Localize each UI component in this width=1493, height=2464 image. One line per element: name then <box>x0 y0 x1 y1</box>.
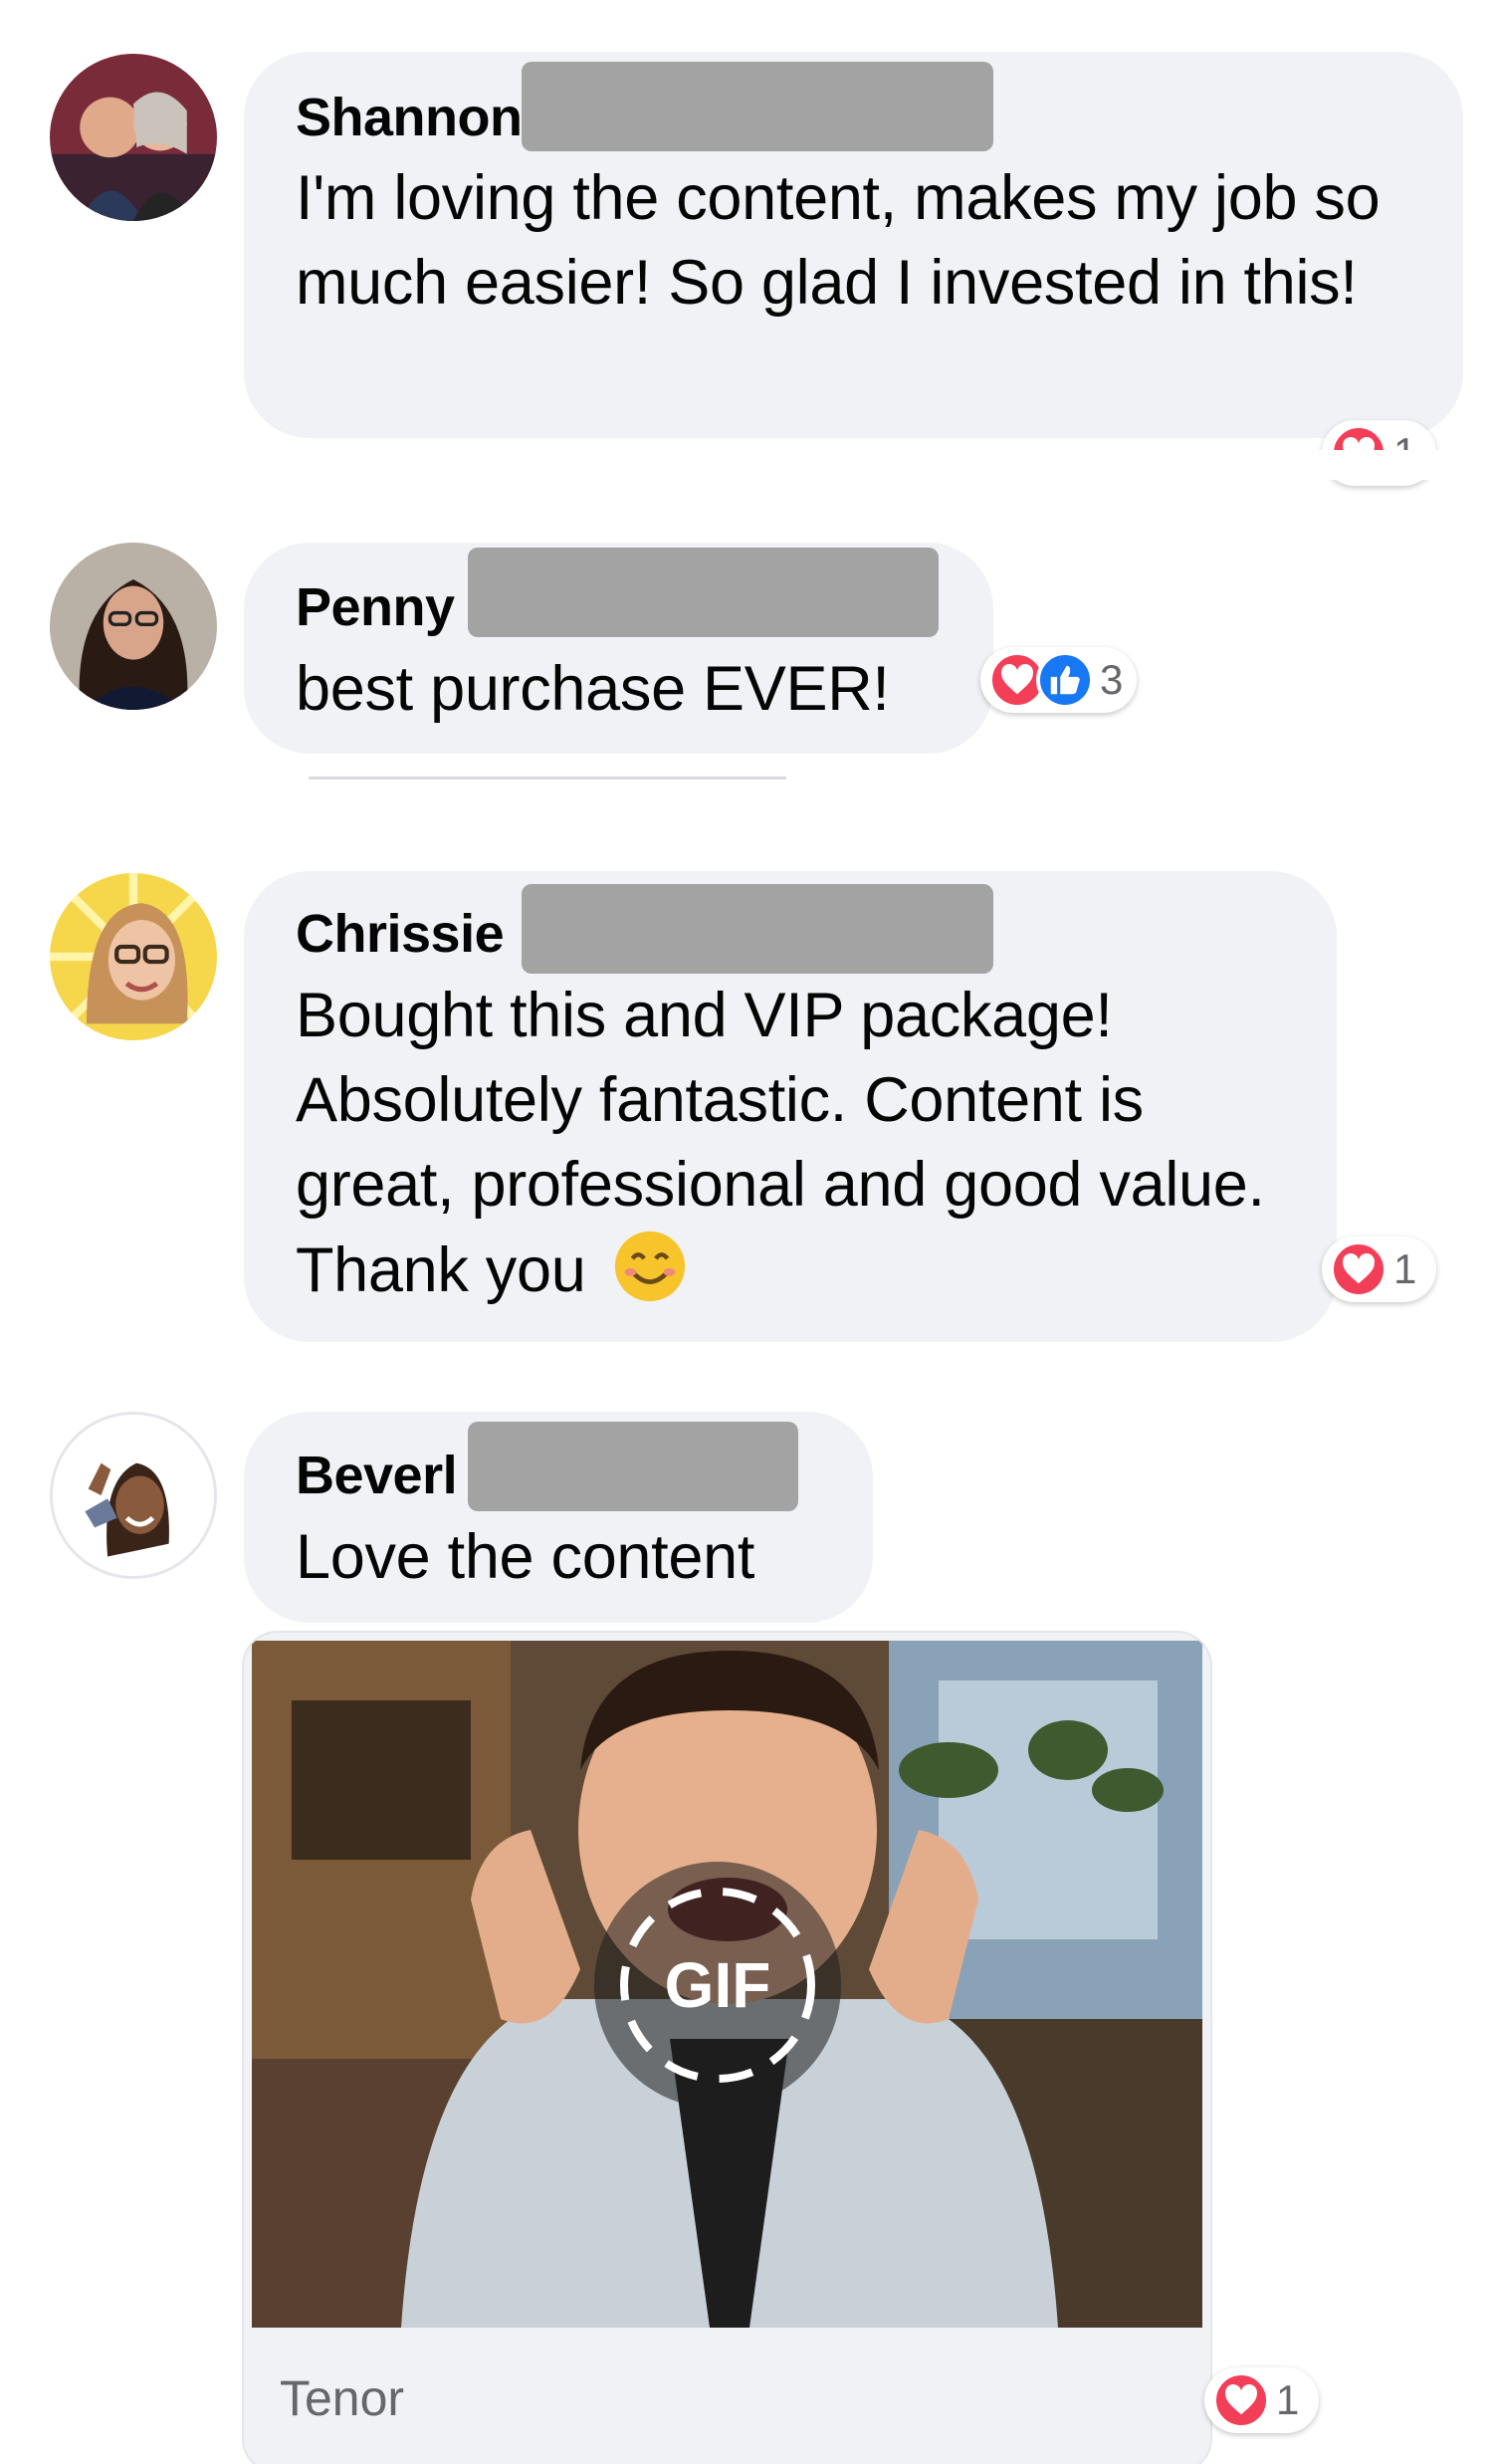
comment-author[interactable]: Penny <box>296 575 455 639</box>
comment-text: best purchase EVER! <box>296 654 890 724</box>
comment-text: Bought this and VIP package! Absolutely … <box>296 974 1301 1313</box>
comment-text: I'm loving the content, makes my job so … <box>296 163 1381 318</box>
divider <box>309 777 786 780</box>
comment-text-body: Bought this and VIP package! Absolutely … <box>296 981 1265 1305</box>
avatar-bitmoji <box>53 1415 214 1576</box>
avatar-photo <box>50 543 217 710</box>
redacted-surname <box>468 548 939 637</box>
gif-play-badge[interactable]: GIF <box>594 1862 841 2109</box>
avatar-photo <box>50 873 217 1040</box>
redacted-surname <box>522 62 993 151</box>
reaction-summary[interactable]: 3 <box>980 647 1138 713</box>
comment-author[interactable]: Chrissie <box>296 902 505 966</box>
divider <box>0 450 1493 480</box>
avatar-beverl[interactable] <box>50 1412 217 1579</box>
love-reaction-icon <box>1212 2371 1270 2429</box>
reaction-count: 1 <box>1276 2376 1300 2423</box>
avatar-photo <box>50 54 217 221</box>
redacted-surname <box>468 1422 798 1511</box>
reaction-count: 1 <box>1393 1245 1417 1292</box>
gif-label: GIF <box>664 1949 771 2021</box>
gif-source-label: Tenor <box>280 2370 405 2426</box>
avatar-shannon[interactable] <box>50 54 217 221</box>
smiling-face-icon <box>611 1228 689 1305</box>
comment-text: Love the content <box>296 1522 755 1592</box>
avatar-penny[interactable] <box>50 543 217 710</box>
redacted-surname <box>522 884 993 974</box>
love-reaction-icon <box>1330 1240 1387 1298</box>
comment-author[interactable]: Beverl <box>296 1444 458 1507</box>
comment-author[interactable]: Shannon <box>296 86 523 149</box>
reaction-summary[interactable]: 1 <box>1322 1236 1437 1302</box>
like-reaction-icon <box>1036 651 1094 709</box>
avatar-chrissie[interactable] <box>50 873 217 1040</box>
reaction-count: 3 <box>1100 656 1124 703</box>
reaction-summary[interactable]: 1 <box>1204 2367 1320 2433</box>
